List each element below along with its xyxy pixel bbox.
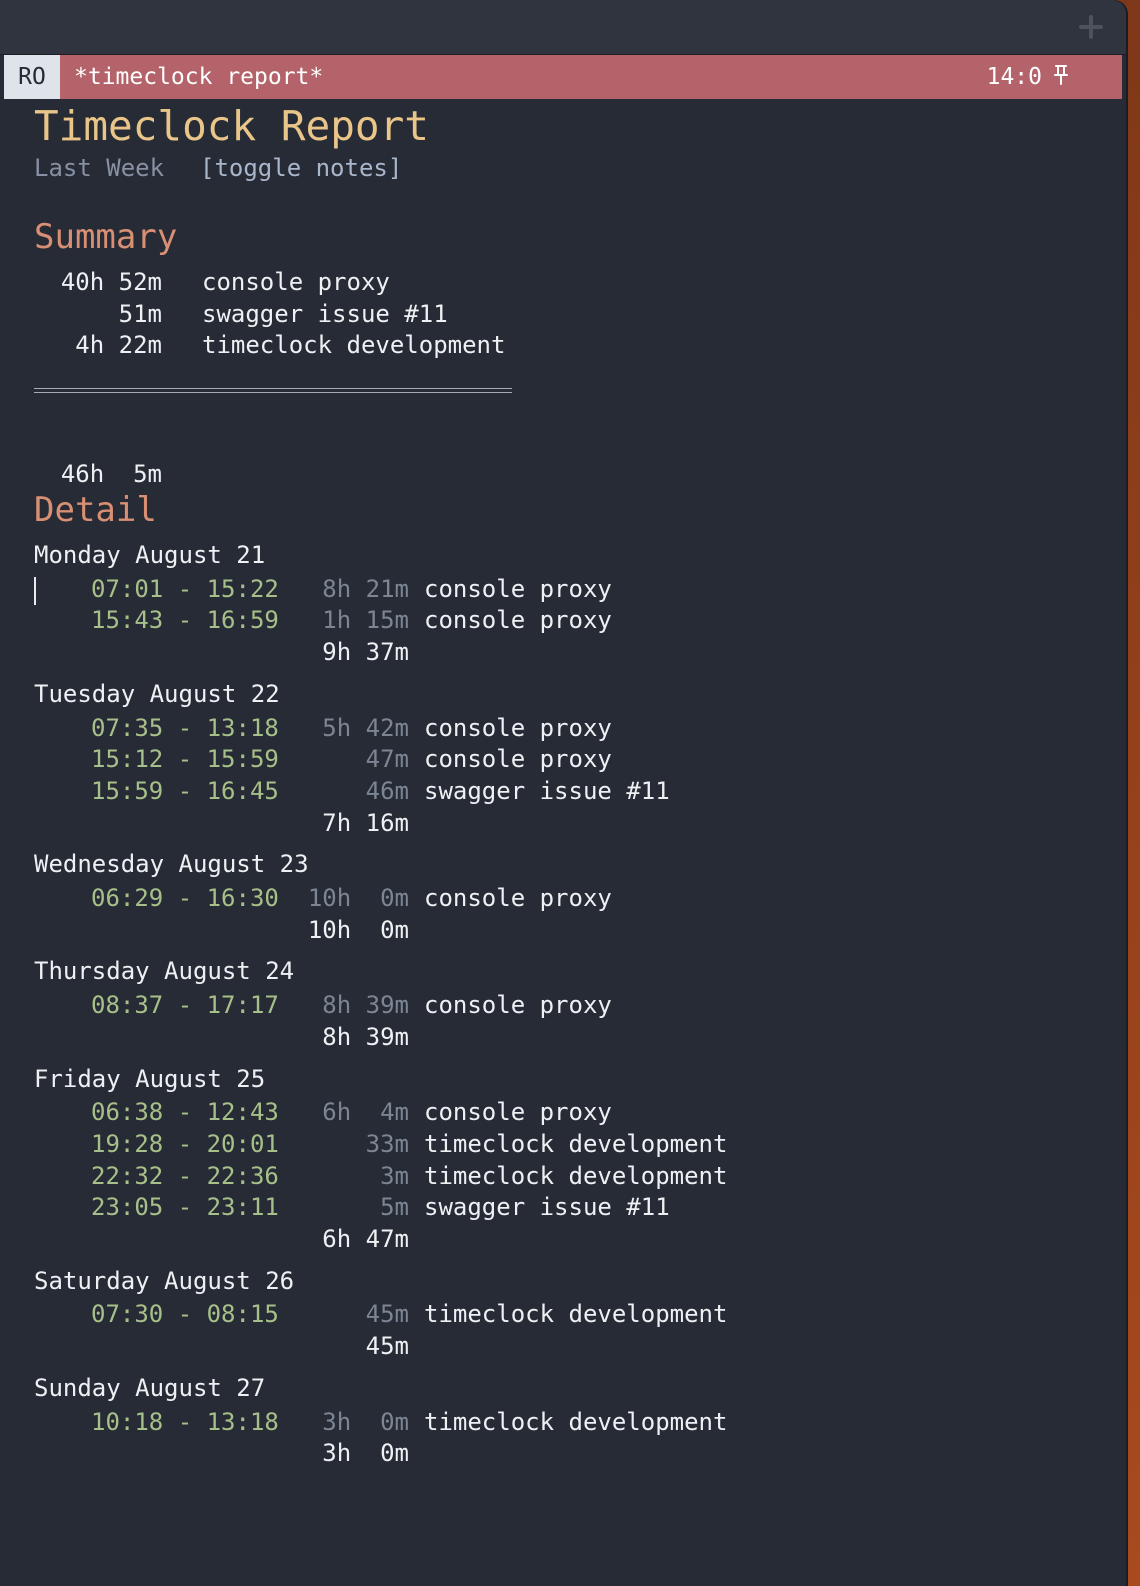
day-label: Monday August 21 xyxy=(34,541,266,569)
day-label: Saturday August 26 xyxy=(34,1267,295,1295)
entry-project: console proxy xyxy=(424,991,612,1019)
summary-project: swagger issue #11 xyxy=(202,300,448,328)
summary-time: 40h 52m xyxy=(60,268,162,296)
day-total: 6h 47m xyxy=(322,1225,409,1253)
entry-project: console proxy xyxy=(424,745,612,773)
day-label: Thursday August 24 xyxy=(34,957,295,985)
summary-time: 51m xyxy=(118,300,162,328)
day-total: 9h 37m xyxy=(322,638,409,666)
day-total: 8h 39m xyxy=(322,1023,409,1051)
entry-duration: 3m xyxy=(380,1162,409,1190)
entry-duration: 5h 42m xyxy=(322,714,409,742)
summary-total: 46h 5m xyxy=(60,460,162,488)
entry-duration: 8h 21m xyxy=(322,575,409,603)
day-label: Tuesday August 22 xyxy=(34,680,280,708)
entry-duration: 1h 15m xyxy=(322,606,409,634)
entry-duration: 33m xyxy=(365,1130,409,1158)
entry-duration: 3h 0m xyxy=(322,1408,409,1436)
entry-duration: 6h 4m xyxy=(322,1098,409,1126)
entry-duration: 45m xyxy=(365,1300,409,1328)
day-total: 10h 0m xyxy=(307,916,409,944)
entry-project: swagger issue #11 xyxy=(424,777,670,805)
entry-project: console proxy xyxy=(424,575,612,603)
report-period: Last Week xyxy=(34,154,165,182)
mode-line: RO *timeclock report* 14:0 xyxy=(4,55,1122,99)
day-label: Friday August 25 xyxy=(34,1065,266,1093)
new-tab-plus-icon[interactable] xyxy=(1078,14,1104,40)
day-total: 45m xyxy=(365,1332,409,1360)
entry-project: timeclock development xyxy=(424,1130,728,1158)
summary-time: 4h 22m xyxy=(75,331,162,359)
emacs-window: RO *timeclock report* 14:0 Timeclock Rep… xyxy=(0,0,1126,1586)
summary-project: timeclock development xyxy=(202,331,506,359)
entry-project: console proxy xyxy=(424,714,612,742)
entry-duration: 47m xyxy=(365,745,409,773)
entry-duration: 10h 0m xyxy=(307,884,409,912)
text-cursor xyxy=(34,577,36,605)
entry-project: timeclock development xyxy=(424,1162,728,1190)
report-title: Timeclock Report xyxy=(34,102,429,150)
entry-project: console proxy xyxy=(424,606,612,634)
summary-project: console proxy xyxy=(202,268,390,296)
day-label: Sunday August 27 xyxy=(34,1374,266,1402)
entry-project: console proxy xyxy=(424,1098,612,1126)
buffer-name: *timeclock report* xyxy=(74,64,324,90)
day-label: Wednesday August 23 xyxy=(34,850,309,878)
entry-project: timeclock development xyxy=(424,1300,728,1328)
detail-heading: Detail xyxy=(34,490,157,530)
toggle-notes-button[interactable]: [toggle notes] xyxy=(200,154,402,182)
entry-duration: 46m xyxy=(365,777,409,805)
read-only-badge: RO xyxy=(4,55,60,99)
cursor-position: 14:0 xyxy=(986,64,1042,90)
pin-icon xyxy=(1054,65,1068,85)
summary-total-line: 46h 5m xyxy=(34,394,162,488)
day-total: 7h 16m xyxy=(322,809,409,837)
entry-duration: 5m xyxy=(380,1193,409,1221)
entry-project: console proxy xyxy=(424,884,612,912)
entry-duration: 8h 39m xyxy=(322,991,409,1019)
entry-project: timeclock development xyxy=(424,1408,728,1436)
day-total: 3h 0m xyxy=(322,1439,409,1467)
tab-bar xyxy=(0,0,1126,55)
entry-project: swagger issue #11 xyxy=(424,1193,670,1221)
summary-heading: Summary xyxy=(34,217,178,257)
summary-divider xyxy=(34,388,512,393)
